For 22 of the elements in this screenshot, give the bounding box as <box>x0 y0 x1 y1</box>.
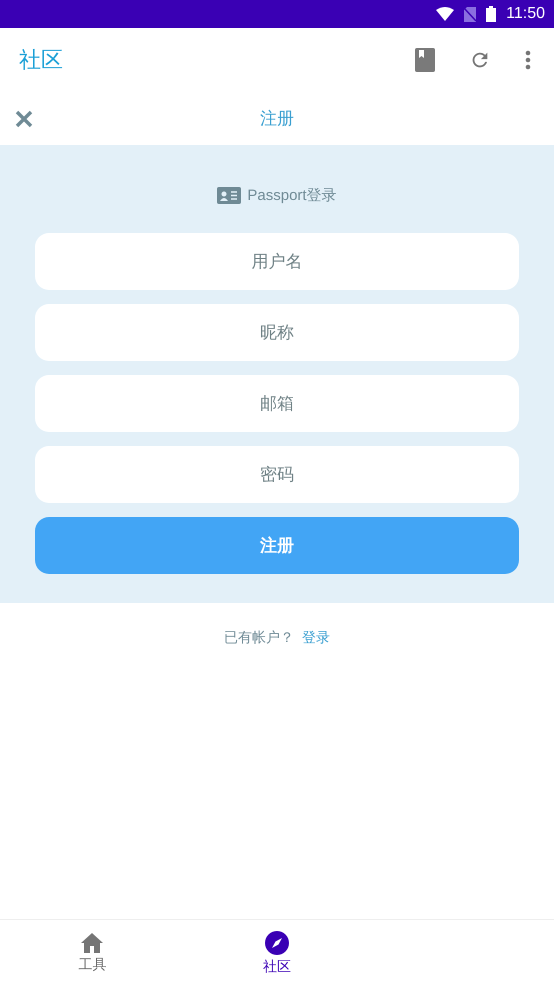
input-field[interactable]: 用户名 <box>35 233 519 290</box>
nav-tab[interactable]: 社区 <box>184 920 370 986</box>
wifi-icon <box>436 7 454 21</box>
input-field[interactable]: 邮箱 <box>35 375 519 432</box>
book-icon[interactable] <box>415 48 435 72</box>
passport-login-label[interactable]: Passport登录 <box>247 186 337 204</box>
dialog-title: 注册 <box>260 108 294 130</box>
compass-icon <box>264 930 289 954</box>
no-sim-icon <box>464 6 476 22</box>
more-icon[interactable] <box>525 50 531 70</box>
battery-icon <box>486 6 496 22</box>
input-field[interactable]: 昵称 <box>35 304 519 361</box>
login-link[interactable]: 登录 <box>302 629 330 647</box>
app-title: 社区 <box>19 47 63 75</box>
register-button[interactable]: 注册 <box>35 517 519 574</box>
nav-tab[interactable]: 工具 <box>0 920 185 986</box>
close-icon[interactable] <box>15 110 33 128</box>
home-icon <box>81 932 104 952</box>
account-prompt: 已有帐户？ <box>224 629 294 647</box>
input-field[interactable]: 密码 <box>35 446 519 503</box>
id-card-icon <box>217 186 242 204</box>
status-time: 11:50 <box>506 5 545 23</box>
